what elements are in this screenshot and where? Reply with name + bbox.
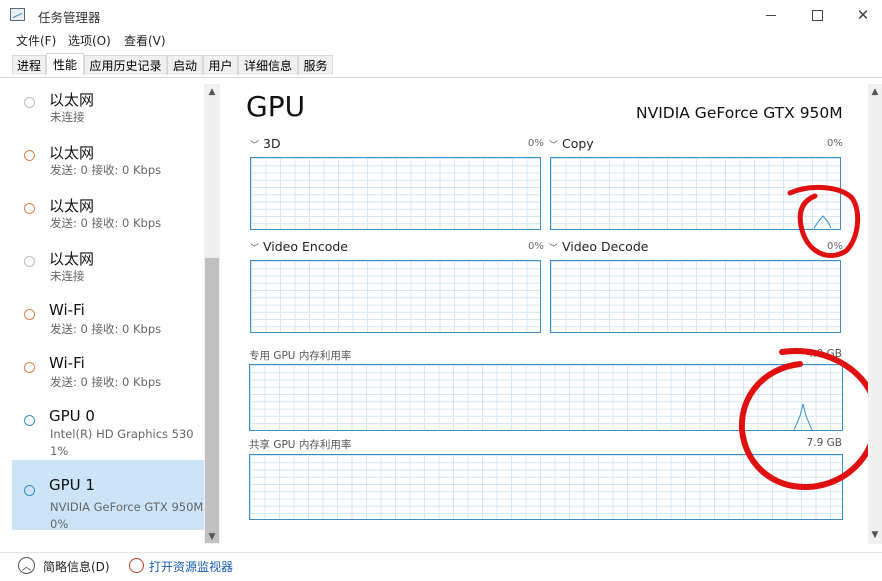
scroll-up-icon[interactable]: ▲ (868, 87, 882, 97)
chevron-up-icon[interactable]: ︿ (18, 557, 35, 574)
copy-usage-spike (813, 215, 832, 229)
graph-overlay (738, 184, 880, 491)
resource-monitor-icon[interactable] (129, 558, 144, 573)
scroll-down-icon[interactable]: ▼ (868, 530, 882, 540)
open-resource-monitor-link[interactable]: 打开资源监视器 (149, 558, 233, 575)
main-scrollbar[interactable] (868, 84, 882, 544)
annotation-circle-copy (787, 184, 861, 258)
fewer-details-link[interactable]: 简略信息(D) (43, 558, 110, 575)
dedicated-memory-spike (793, 403, 813, 431)
annotation-circle-memory (738, 348, 880, 491)
